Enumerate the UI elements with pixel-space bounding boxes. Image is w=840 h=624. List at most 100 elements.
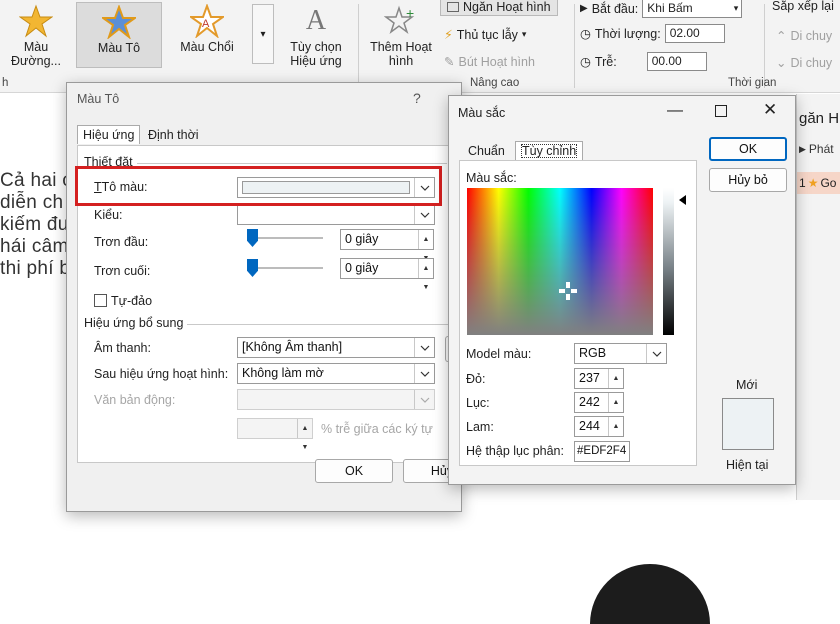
sap-xep-lai-label: Sắp xếp lại: [772, 0, 834, 13]
tron-dau-input[interactable]: 0 giây ▲▼: [340, 229, 434, 262]
spin-buttons[interactable]: ▲▼: [418, 230, 433, 262]
duong-mau-button[interactable]: Màu Đường...: [0, 2, 72, 68]
luminance-pointer[interactable]: [679, 195, 686, 205]
svg-text:A: A: [202, 18, 210, 30]
luc-label: Lục:: [466, 396, 490, 410]
spin-down-icon[interactable]: ▼: [419, 278, 433, 297]
spin-up-icon[interactable]: ▲: [298, 419, 312, 438]
tron-dau-label: Trơn đầu:: [94, 235, 149, 249]
spin-up-icon[interactable]: ▲: [419, 230, 433, 249]
mau-choi-button[interactable]: A Màu Chổi: [168, 2, 246, 68]
gallery-more-button[interactable]: ▾: [252, 4, 274, 64]
bat-dau-select[interactable]: Khi Bấm ▾: [642, 0, 743, 18]
spin-up-icon[interactable]: ▲: [609, 393, 623, 412]
ok-button[interactable]: OK: [315, 459, 393, 483]
svg-text:+: +: [406, 5, 414, 21]
spin-up-icon[interactable]: ▲: [609, 417, 623, 436]
brush-star-icon: A: [168, 2, 246, 40]
group-label-nang-cao: Nâng cao: [470, 77, 520, 89]
slide-text-line: Cả hai c: [0, 170, 73, 191]
them-hoat-hinh-button[interactable]: + Thêm Hoạt hình: [364, 2, 438, 68]
tre-input[interactable]: 00.00: [646, 52, 707, 71]
spin-up-icon[interactable]: ▲: [419, 259, 433, 278]
hien-tai-label: Hiện tại: [726, 458, 769, 472]
mo-hinh-mau-label: Model màu:: [466, 347, 532, 361]
tu-dao-checkbox[interactable]: [94, 294, 107, 307]
thoi-luong-input[interactable]: 02.00: [664, 24, 725, 43]
play-button[interactable]: ▶ Phát: [799, 142, 834, 156]
van-ban-dong-label: Văn bản động:: [94, 393, 176, 407]
mau-to-button[interactable]: Màu Tô: [76, 2, 162, 68]
spin-buttons[interactable]: ▲▼: [418, 259, 433, 291]
di-chuyen-sau-button[interactable]: ⌃ Di chuy: [776, 28, 832, 44]
help-button[interactable]: ?: [413, 90, 421, 106]
spin-up-icon[interactable]: ▲: [609, 369, 623, 388]
mau-sac-label: Màu sắc:: [466, 171, 517, 185]
letter-a-icon: A: [305, 5, 327, 36]
spin-buttons[interactable]: ▲▼: [608, 393, 623, 425]
do-input[interactable]: 237 ▲▼: [574, 368, 624, 401]
do-label: Đỏ:: [466, 372, 486, 386]
tre-giua-ky-tu-label: % trễ giữa các ký tự: [321, 422, 433, 436]
animation-list-item[interactable]: 1 ★ Go: [797, 172, 840, 194]
thu-tuc-lay-button[interactable]: ⚡ Thủ tục lẫy ▾: [444, 27, 526, 43]
spin-buttons[interactable]: ▲▼: [608, 417, 623, 449]
mo-hinh-mau-select[interactable]: RGB: [574, 343, 667, 364]
tron-cuoi-slider[interactable]: [249, 267, 323, 269]
chevron-down-icon: [414, 364, 434, 383]
tre-row: ◷ Trễ: 00.00: [580, 52, 707, 71]
huy-bo-button[interactable]: Hủy bỏ: [709, 168, 787, 192]
tron-cuoi-input[interactable]: 0 giây ▲ ▼: [340, 258, 434, 291]
fill-star-icon: [77, 3, 161, 41]
dialog-title: Màu sắc: [458, 106, 506, 120]
spin-buttons[interactable]: ▲▼: [608, 369, 623, 401]
ngan-hoat-hinh-button[interactable]: Ngăn Hoạt hình: [440, 0, 558, 16]
tron-cuoi-label: Trơn cuối:: [94, 264, 151, 278]
kieu-select[interactable]: [237, 204, 435, 225]
play-icon: ▶: [799, 143, 806, 154]
group-divider: [187, 324, 449, 325]
lightning-icon: ⚡: [444, 28, 453, 42]
but-hoat-hinh-button[interactable]: ✎ Bút Hoạt hình: [444, 54, 535, 70]
animation-pane-title: găn H: [799, 110, 840, 127]
tuy-chon-hieu-ung-button[interactable]: A Tùy chọn Hiệu ứng: [280, 2, 352, 68]
spin-down-icon[interactable]: ▼: [298, 438, 312, 457]
am-thanh-label: Âm thanh:: [94, 341, 151, 355]
minimize-button[interactable]: —: [667, 102, 683, 120]
tab-tuy-chinh[interactable]: Tùy chỉnh: [515, 141, 584, 160]
arrow-up-icon: ⌃: [776, 29, 787, 43]
ok-button[interactable]: OK: [709, 137, 787, 161]
van-ban-dong-select[interactable]: [237, 389, 435, 410]
maximize-button[interactable]: [715, 105, 727, 117]
tab-dinh-thoi[interactable]: Định thời: [143, 126, 204, 144]
close-icon[interactable]: ✕: [763, 100, 777, 120]
tre-giua-ky-tu-input[interactable]: ▲ ▼: [237, 418, 313, 451]
spin-buttons[interactable]: ▲▼: [297, 419, 312, 451]
tab-hieu-ung[interactable]: Hiệu ứng: [77, 125, 141, 144]
lam-input[interactable]: 244 ▲▼: [574, 416, 624, 449]
group-divider: [358, 4, 359, 88]
thoi-luong-row: ◷ Thời lượng: 02.00: [580, 24, 725, 43]
luminance-slider[interactable]: [663, 188, 674, 335]
clock-icon: ◷: [580, 55, 591, 69]
slide-text-line: hái câm: [0, 236, 69, 257]
hex-input[interactable]: #EDF2F4: [574, 441, 630, 462]
tab-chuan[interactable]: Chuẩn: [463, 142, 510, 160]
brush-icon: ✎: [444, 55, 455, 69]
color-spectrum[interactable]: [467, 188, 653, 335]
slide-text-line: kiếm đu: [0, 214, 69, 235]
luc-input[interactable]: 242 ▲▼: [574, 392, 624, 425]
sau-hieu-ung-label: Sau hiệu ứng hoạt hình:: [94, 367, 229, 381]
tu-dao-label: Tự-đảo: [111, 294, 153, 308]
bat-dau-row: ▶ Bắt đầu: Khi Bấm ▾: [580, 0, 743, 18]
am-thanh-select[interactable]: [Không Âm thanh]: [237, 337, 435, 358]
sau-hieu-ung-select[interactable]: Không làm mờ: [237, 363, 435, 384]
mau-sac-dialog: Màu sắc — ✕ Chuẩn Tùy chỉnh Màu sắc: Mod…: [448, 95, 796, 485]
group-divider: [764, 4, 765, 88]
tron-dau-slider[interactable]: [249, 237, 323, 239]
group-divider: [137, 163, 447, 164]
group-divider: [574, 4, 575, 88]
di-chuyen-truoc-button[interactable]: ⌄ Di chuy: [776, 55, 832, 71]
highlight-box: [75, 166, 442, 206]
chevron-down-icon: [414, 338, 434, 357]
